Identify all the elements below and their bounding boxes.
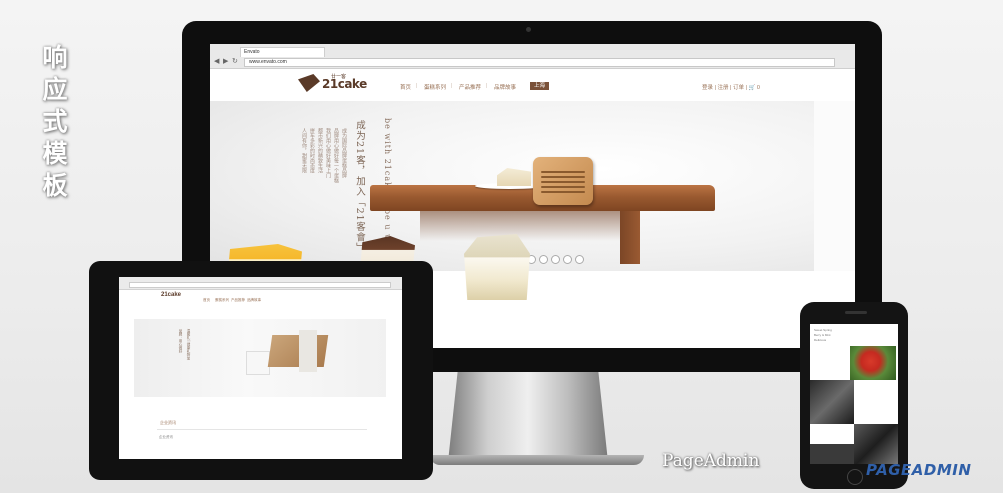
- phone-text: Delicious: [814, 338, 827, 342]
- wooden-speaker: [533, 157, 593, 205]
- bw-photo[interactable]: [810, 444, 854, 464]
- browser-tab[interactable]: Envato: [240, 47, 325, 57]
- hero-copy-line: 品牌用心做好每一个蛋糕: [333, 128, 339, 183]
- vertical-title: 响 应 式 模 板: [38, 42, 72, 202]
- tablet-screen: 21cake 首页 蛋糕系列 产品推荐 品牌故事 温馨礼 | 健康礼物加 品牌 …: [119, 277, 402, 459]
- nav-separator: |: [451, 83, 453, 89]
- hero-copy-line: 拼车多彩的时尚态度: [309, 128, 315, 173]
- phone-home-button[interactable]: [847, 469, 863, 485]
- tablet-hero-text: 品牌 · 用心做好: [179, 329, 183, 354]
- carousel-dot[interactable]: [563, 255, 572, 264]
- tablet-section-text: 企业资讯: [159, 435, 173, 439]
- hero-side: [814, 101, 855, 271]
- tablet-nav-home[interactable]: 首页: [203, 298, 210, 303]
- tablet-divider: [157, 429, 367, 430]
- imac-stand: [448, 372, 608, 462]
- tablet-gift-box: [267, 335, 329, 367]
- tablet-nav-story[interactable]: 品牌故事: [247, 298, 261, 303]
- city-selector[interactable]: 上海: [530, 82, 550, 90]
- hero-copy-line: 人间有你，甜蜜无限: [301, 128, 307, 173]
- tablet-cup: [246, 351, 270, 375]
- tablet-address-bar[interactable]: [129, 282, 391, 288]
- product-coconut-cake[interactable]: [464, 234, 530, 300]
- pageadmin-watermark: PageAdmin: [662, 451, 760, 471]
- tablet-nav-cakes[interactable]: 蛋糕系列: [215, 298, 229, 303]
- bw-photo[interactable]: [854, 424, 898, 464]
- pageadmin-logo: PAGEADMIN: [866, 461, 972, 479]
- hero-copy-line: 成为国际品牌蛋糕品牌: [341, 128, 347, 178]
- nav-products[interactable]: 产品推荐: [459, 83, 481, 91]
- tablet-nav-products[interactable]: 产品推荐: [231, 298, 245, 303]
- title-char: 模: [42, 139, 68, 168]
- carousel-dot[interactable]: [539, 255, 548, 264]
- table-leg: [620, 209, 640, 264]
- cake-logo-icon[interactable]: [298, 74, 320, 92]
- title-char: 板: [42, 171, 68, 200]
- reload-icon[interactable]: ↻: [232, 57, 238, 66]
- table-shadow: [420, 211, 620, 241]
- hero-tagline-cn: 成为21客，加入「21客會」: [354, 120, 365, 254]
- hero-copy-line: 我们用心做好美味上门: [325, 128, 331, 178]
- imac-base: [430, 455, 644, 465]
- bw-photo[interactable]: [810, 380, 854, 424]
- tablet-hero-text: 温馨礼 | 健康礼物加: [187, 329, 191, 360]
- address-bar[interactable]: www.envato.com: [244, 58, 835, 67]
- tablet-section-title: 企业资讯: [160, 420, 176, 425]
- nav-home[interactable]: 首页: [400, 83, 411, 91]
- nav-cakes[interactable]: 蛋糕系列: [424, 83, 446, 91]
- tablet-box-ribbon: [299, 330, 317, 372]
- site-logo[interactable]: 21cake: [322, 77, 367, 91]
- nav-separator: |: [416, 83, 418, 89]
- title-char: 应: [42, 75, 68, 104]
- carousel-dot[interactable]: [551, 255, 560, 264]
- phone-text: Berry & Mint: [814, 333, 831, 337]
- camera-icon: [526, 27, 531, 32]
- nav-story[interactable]: 品牌故事: [494, 83, 516, 91]
- phone-speaker: [845, 311, 867, 314]
- hero-copy-line: 都市新兴的精致生活: [317, 128, 323, 173]
- tablet-site-logo[interactable]: 21cake: [161, 292, 181, 298]
- nav-separator: |: [486, 83, 488, 89]
- phone-screen: Sweet Spring Berry & Mint Delicious: [810, 324, 898, 464]
- strawberry-photo[interactable]: [850, 346, 896, 380]
- carousel-dot[interactable]: [575, 255, 584, 264]
- title-char: 式: [42, 107, 68, 136]
- tablet-browser-chrome: [119, 277, 402, 290]
- account-links[interactable]: 登录 | 注册 | 订单 | 🛒 0: [702, 83, 760, 91]
- phone-text: Sweet Spring: [814, 328, 832, 332]
- browser-chrome: Envato ◀ ▶ ↻ www.envato.com: [210, 44, 855, 69]
- forward-icon[interactable]: ▶: [223, 57, 228, 66]
- back-icon[interactable]: ◀: [214, 57, 219, 66]
- title-char: 响: [42, 43, 68, 72]
